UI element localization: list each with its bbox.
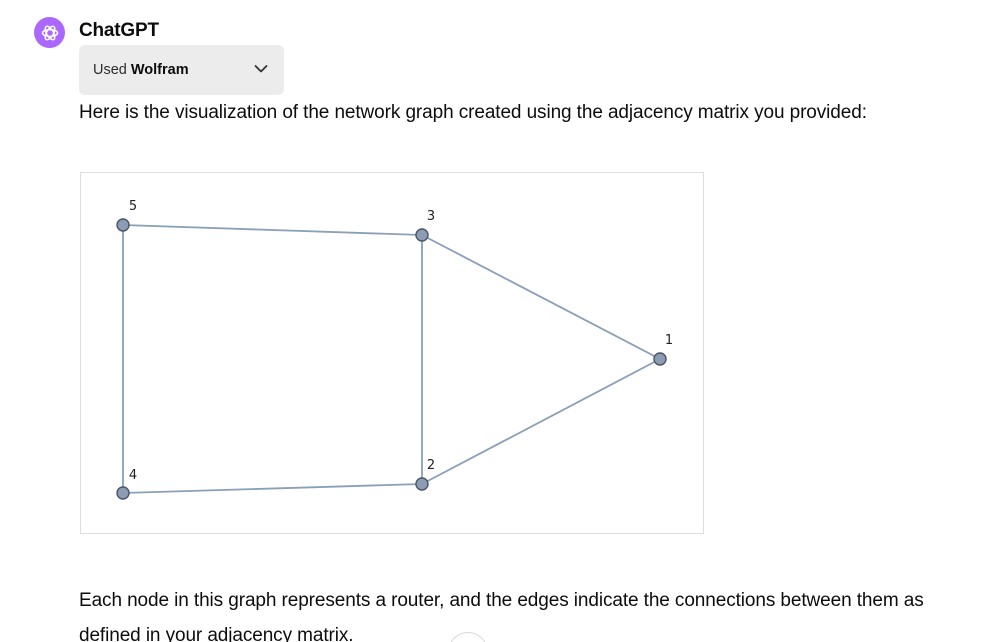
- graph-node-5: [116, 218, 130, 232]
- graph-node-label-5: 5: [129, 199, 137, 214]
- used-tool-toggle[interactable]: Used Wolfram: [79, 45, 284, 95]
- graph-edge-4-2: [122, 483, 423, 494]
- chat-page: ChatGPT Used Wolfram Here is the visuali…: [0, 0, 986, 642]
- graph-node-4: [116, 486, 130, 500]
- graph-edge-5-3: [122, 224, 423, 236]
- chevron-down-icon: [254, 65, 268, 73]
- graph-node-1: [653, 352, 667, 366]
- chatgpt-avatar: [34, 17, 65, 48]
- graph-node-label-2: 2: [427, 458, 435, 473]
- graph-edge-2-1: [421, 358, 661, 485]
- graph-node-label-4: 4: [129, 468, 137, 483]
- graph-node-3: [415, 228, 429, 242]
- graph-node-2: [415, 477, 429, 491]
- used-tool-name: Wolfram: [130, 62, 189, 78]
- network-graph: 1 2 3 4 5: [116, 199, 673, 500]
- used-tool-prefix: Used: [93, 62, 127, 78]
- graph-node-label-3: 3: [427, 209, 435, 224]
- intro-text: Here is the visualization of the network…: [79, 102, 867, 123]
- outro-text: Each node in this graph represents a rou…: [79, 590, 924, 642]
- graph-edge-3-1: [421, 234, 661, 360]
- graph-node-label-1: 1: [665, 333, 673, 348]
- openai-logo-icon: [41, 25, 58, 40]
- message-author: ChatGPT: [79, 20, 159, 41]
- network-graph-image: 1 2 3 4 5: [80, 172, 704, 534]
